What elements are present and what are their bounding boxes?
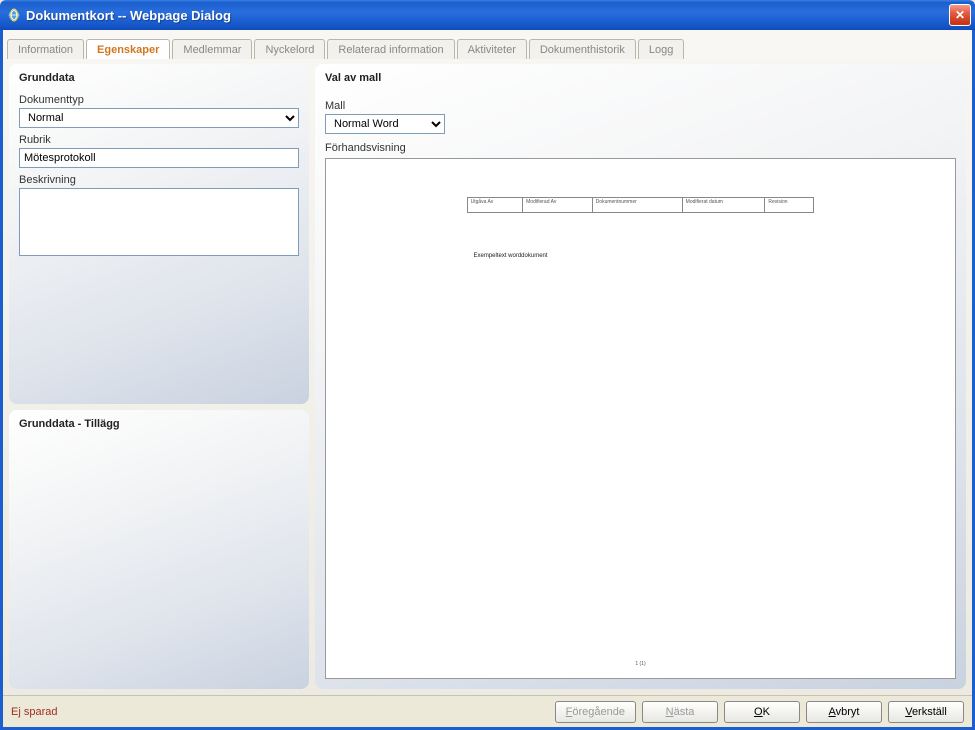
ok-button[interactable]: OK <box>724 701 800 723</box>
rubrik-label: Rubrik <box>19 134 299 146</box>
beskrivning-textarea[interactable] <box>19 188 299 256</box>
preview-header-table: Utgåva Av Modifierad Av Dokumentnummer M… <box>467 197 815 213</box>
close-icon: ✕ <box>955 9 965 21</box>
dokumenttyp-select[interactable]: Normal <box>19 108 299 128</box>
rubrik-input[interactable] <box>19 148 299 168</box>
grunddata-tillagg-title: Grunddata - Tillägg <box>19 418 299 430</box>
next-button[interactable]: Nästa <box>642 701 718 723</box>
tab-nyckelord[interactable]: Nyckelord <box>254 39 325 59</box>
prev-button[interactable]: Föregående <box>555 701 636 723</box>
status-text: Ej sparad <box>11 706 57 718</box>
panel-val-av-mall: Val av mall Mall Normal Word Förhandsvis… <box>315 64 966 689</box>
preview-box: Utgåva Av Modifierad Av Dokumentnummer M… <box>325 158 956 679</box>
ie-icon <box>6 7 22 23</box>
preview-page-footer: 1 (1) <box>456 661 826 667</box>
tab-egenskaper[interactable]: Egenskaper <box>86 39 170 59</box>
tab-logg[interactable]: Logg <box>638 39 684 59</box>
panel-grunddata: Grunddata Dokumenttyp Normal Rubrik Besk… <box>9 64 309 404</box>
val-av-mall-title: Val av mall <box>325 72 956 84</box>
grunddata-title: Grunddata <box>19 72 299 84</box>
preview-th-1: Modifierad Av <box>523 198 593 213</box>
forhandsvisning-label: Förhandsvisning <box>325 142 956 154</box>
window-titlebar: Dokumentkort -- Webpage Dialog ✕ <box>0 0 975 30</box>
panel-grunddata-tillagg: Grunddata - Tillägg <box>9 410 309 689</box>
tab-medlemmar[interactable]: Medlemmar <box>172 39 252 59</box>
preview-th-0: Utgåva Av <box>467 198 523 213</box>
window-close-button[interactable]: ✕ <box>949 4 971 26</box>
tab-dokumenthistorik[interactable]: Dokumenthistorik <box>529 39 636 59</box>
tab-strip: Information Egenskaper Medlemmar Nyckelo… <box>3 30 972 58</box>
preview-th-2: Dokumentnummer <box>592 198 682 213</box>
dokumenttyp-label: Dokumenttyp <box>19 94 299 106</box>
mall-label: Mall <box>325 100 956 112</box>
footer-bar: Ej sparad Föregående Nästa OK Avbryt Ver… <box>3 695 972 727</box>
preview-th-3: Modifierat datum <box>682 198 765 213</box>
tab-aktiviteter[interactable]: Aktiviteter <box>457 39 527 59</box>
window-title: Dokumentkort -- Webpage Dialog <box>26 8 231 23</box>
tab-relaterad-information[interactable]: Relaterad information <box>327 39 454 59</box>
cancel-button[interactable]: Avbryt <box>806 701 882 723</box>
apply-button[interactable]: Verkställ <box>888 701 964 723</box>
preview-document: Utgåva Av Modifierad Av Dokumentnummer M… <box>456 179 826 677</box>
beskrivning-label: Beskrivning <box>19 174 299 186</box>
mall-select[interactable]: Normal Word <box>325 114 445 134</box>
preview-th-4: Revision <box>765 198 814 213</box>
tab-information[interactable]: Information <box>7 39 84 59</box>
preview-body-text: Exempeltext worddokument <box>474 253 826 259</box>
